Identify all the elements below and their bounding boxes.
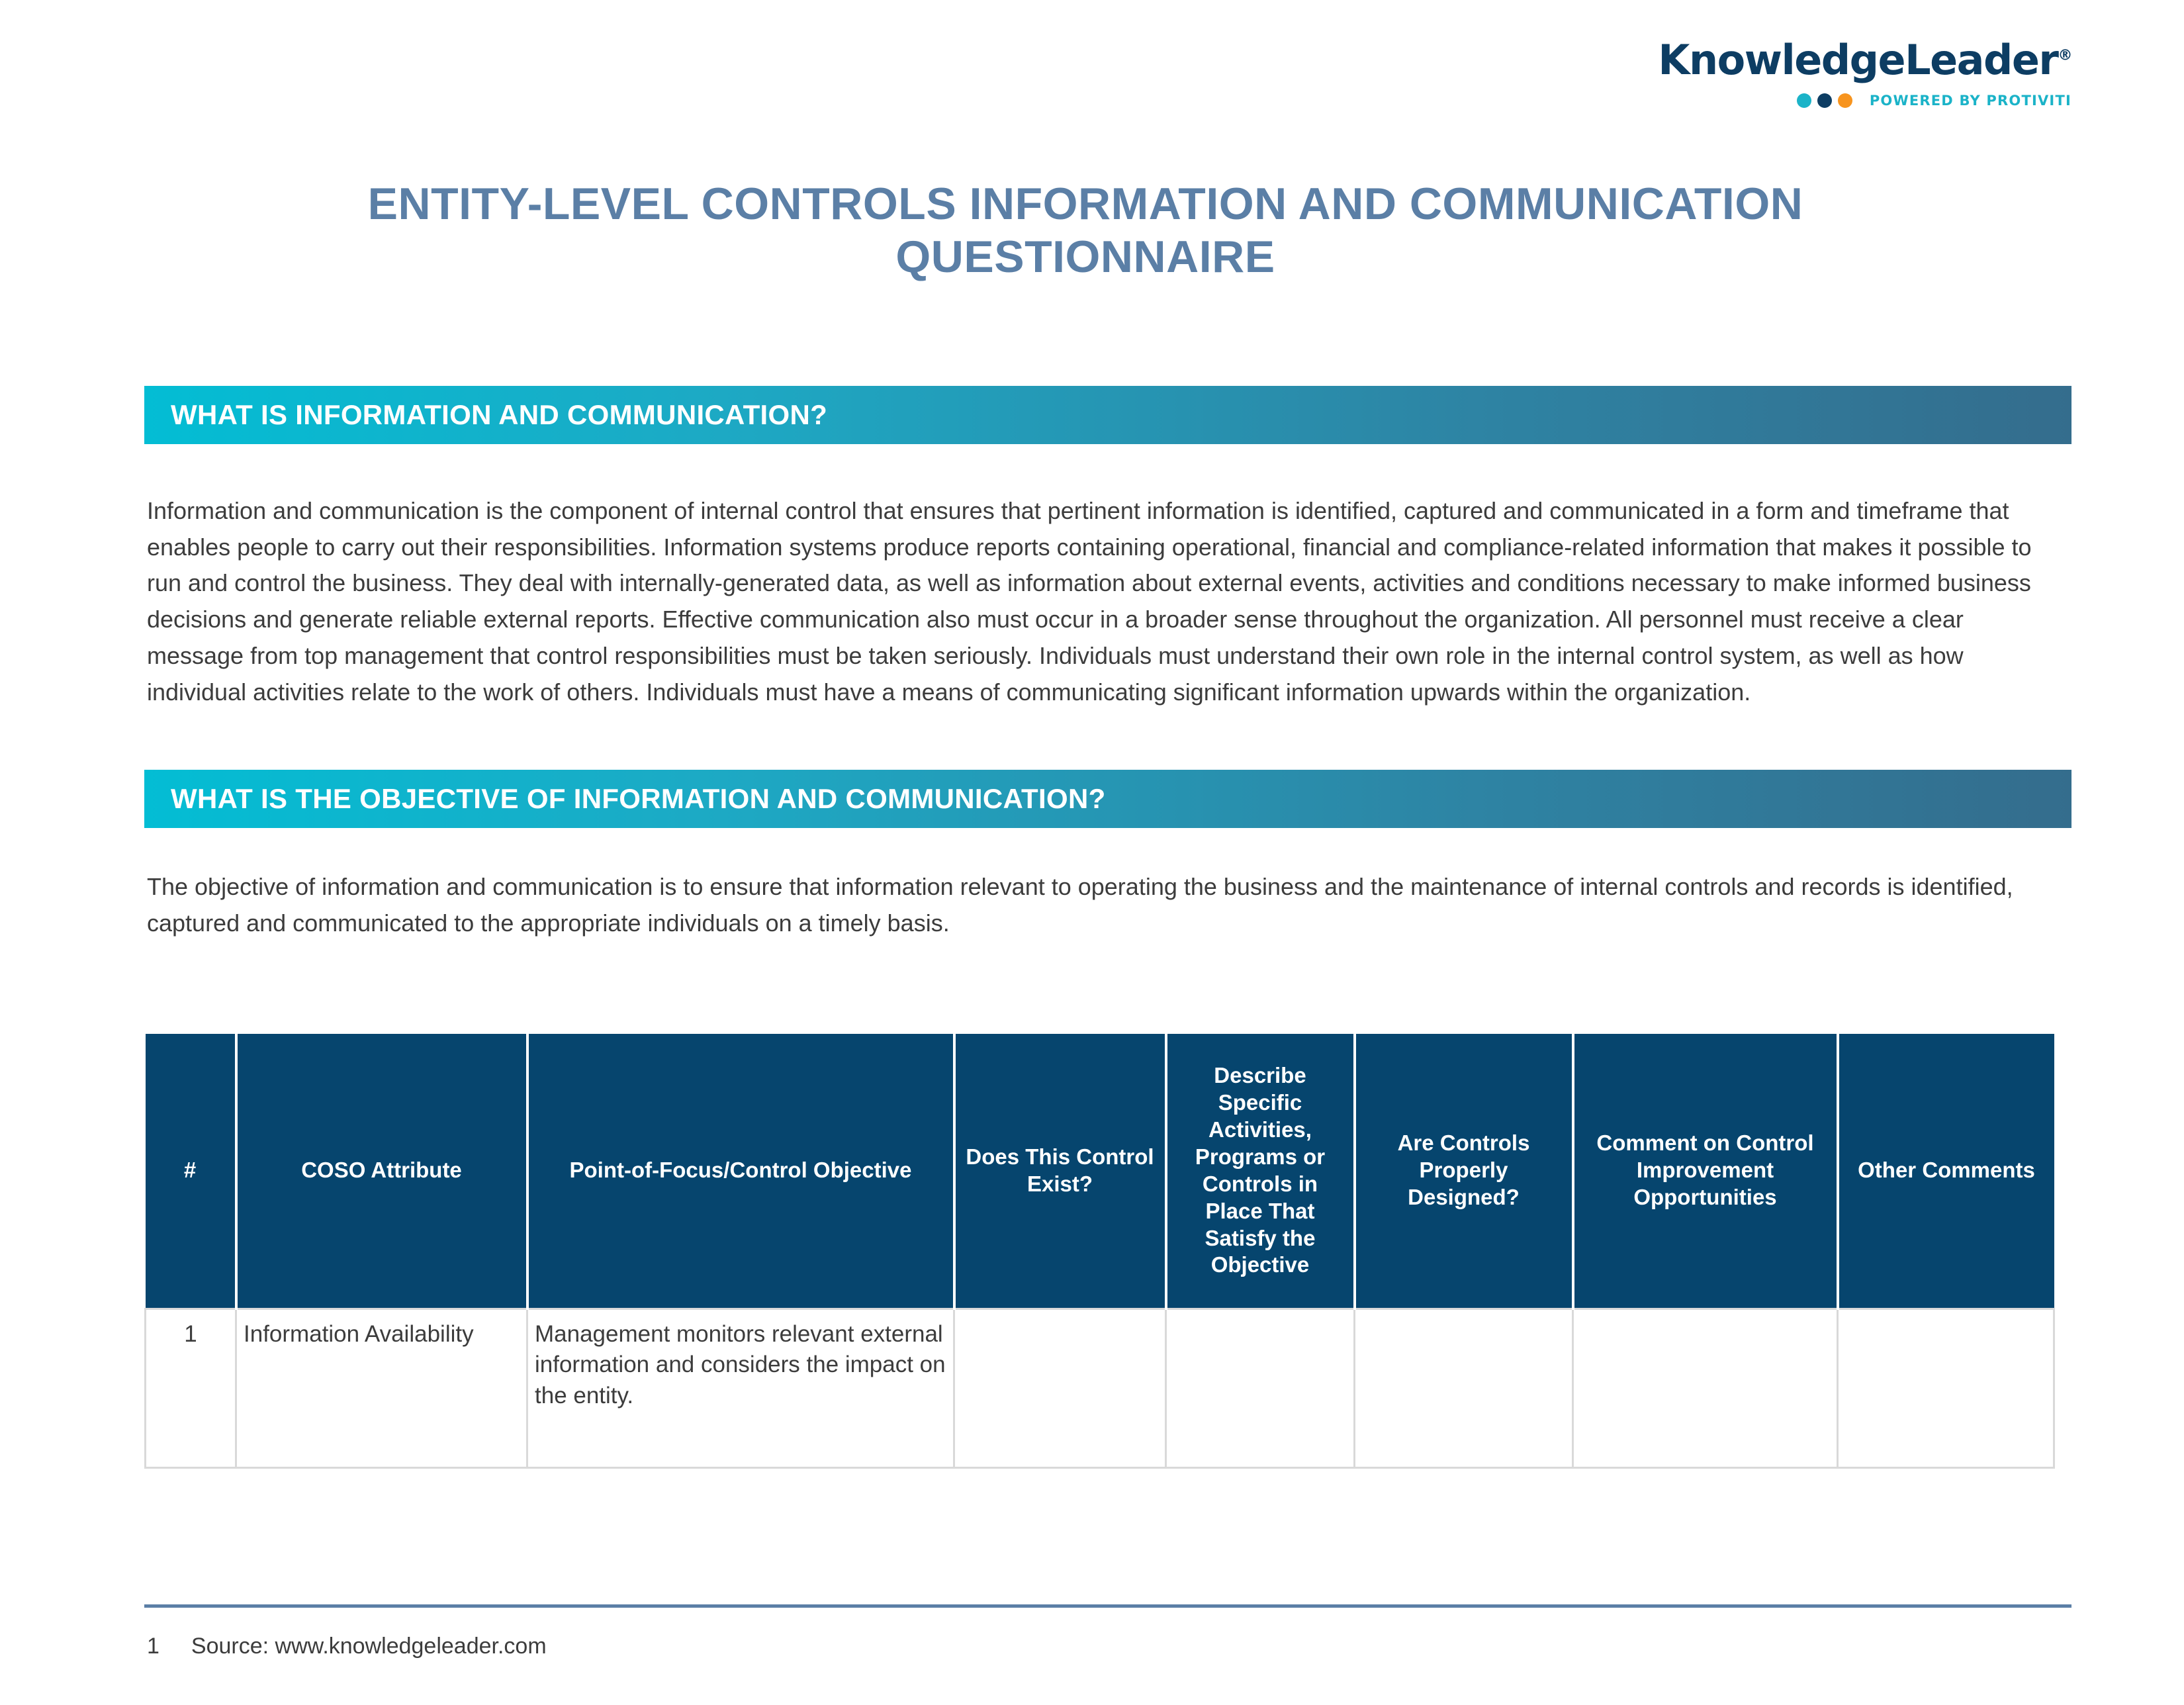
logo-text: KnowledgeLeader — [1658, 36, 2059, 84]
column-header-describe-activities: Describe Specific Activities, Programs o… — [1164, 1034, 1356, 1309]
section-heading: WHAT IS THE OBJECTIVE OF INFORMATION AND… — [171, 783, 1106, 814]
section-heading: WHAT IS INFORMATION AND COMMUNICATION? — [171, 399, 828, 430]
column-header-number: # — [145, 1034, 238, 1309]
section-body-objective: The objective of information and communi… — [147, 873, 2013, 937]
table-row: 1 Information Availability Management mo… — [144, 1307, 2055, 1469]
cell-number: 1 — [144, 1307, 237, 1469]
page-number: 1 — [147, 1634, 159, 1659]
column-header-other-comments: Other Comments — [1836, 1034, 2054, 1309]
cell-control-exists[interactable] — [953, 1307, 1167, 1469]
logo-tagline-row: POWERED BY PROTIVITI — [1658, 93, 2071, 109]
registered-trademark-icon: ® — [2058, 47, 2073, 64]
footer: 1 Source: www.knowledgeleader.com — [147, 1634, 547, 1659]
column-header-properly-designed: Are Controls Properly Designed? — [1353, 1034, 1574, 1309]
cell-describe[interactable] — [1165, 1307, 1355, 1469]
cell-objective: Management monitors relevant external in… — [526, 1307, 955, 1469]
logo-dot-orange-icon — [1837, 93, 1852, 108]
logo-wordmark: KnowledgeLeader® — [1658, 40, 2073, 81]
cell-improvement-comment[interactable] — [1572, 1307, 1839, 1469]
table-header-row: # COSO Attribute Point-of-Focus/Control … — [145, 1034, 2054, 1309]
logo-dot-teal-icon — [1796, 93, 1811, 108]
logo-dot-navy-icon — [1817, 93, 1832, 108]
page-title: ENTITY-LEVEL CONTROLS INFORMATION AND CO… — [367, 179, 1803, 283]
footer-source: Source: www.knowledgeleader.com — [191, 1634, 547, 1659]
column-header-coso-attribute: COSO Attribute — [234, 1034, 529, 1309]
cell-other-comments[interactable] — [1837, 1307, 2055, 1469]
cell-attribute: Information Availability — [235, 1307, 528, 1469]
questionnaire-table: # COSO Attribute Point-of-Focus/Control … — [144, 1034, 2055, 1469]
column-header-control-exists: Does This Control Exist? — [952, 1034, 1167, 1309]
column-header-control-objective: Point-of-Focus/Control Objective — [525, 1034, 956, 1309]
logo-dots-icon — [1796, 93, 1852, 108]
logo-tagline: POWERED BY PROTIVITI — [1869, 93, 2071, 109]
footer-divider — [144, 1604, 2071, 1608]
cell-properly-designed[interactable] — [1353, 1307, 1574, 1469]
section-body-what-is: Information and communication is the com… — [147, 497, 2032, 706]
section-banner-objective: WHAT IS THE OBJECTIVE OF INFORMATION AND… — [144, 770, 2071, 828]
brand-logo: KnowledgeLeader® POWERED BY PROTIVITI — [1658, 40, 2073, 109]
section-banner-what-is: WHAT IS INFORMATION AND COMMUNICATION? — [144, 386, 2071, 444]
column-header-improvement-comment: Comment on Control Improvement Opportuni… — [1571, 1034, 1839, 1309]
